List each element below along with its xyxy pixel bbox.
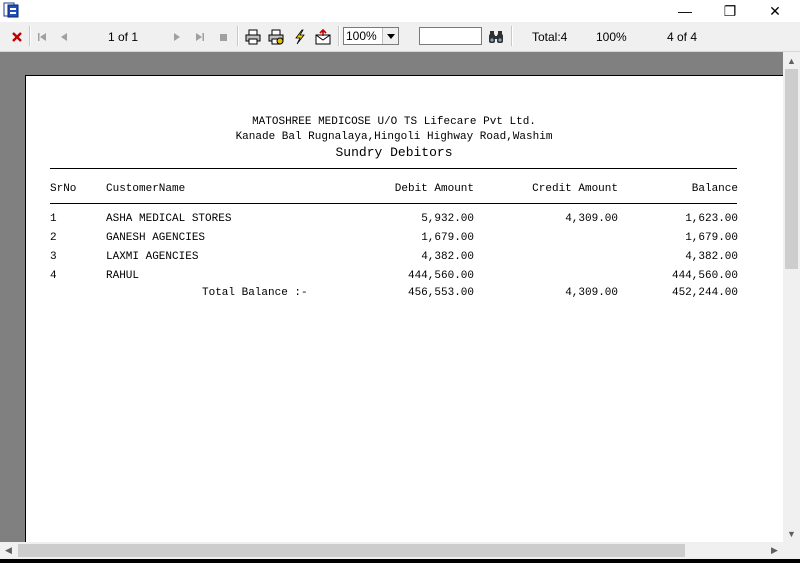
scroll-up-icon[interactable]: ▲ [783, 52, 800, 69]
total-label: Total Balance :- [202, 287, 308, 299]
refresh-button[interactable] [289, 25, 311, 49]
window-bottom-edge [0, 559, 800, 563]
printer-icon [245, 29, 261, 45]
row-4-debit: 444,560.00 [407, 270, 474, 282]
horizontal-scroll-thumb[interactable] [18, 544, 685, 557]
chevron-down-icon[interactable] [382, 28, 398, 44]
find-button[interactable] [485, 25, 507, 49]
zoom-value: 100% [346, 29, 377, 43]
row-3-debit: 4,382.00 [421, 251, 474, 263]
header-top-rule [50, 168, 737, 169]
previous-page-button[interactable] [53, 25, 75, 49]
last-page-button[interactable] [189, 25, 211, 49]
report-toolbar: 1 of 1 100% Total:4 100% 4 of 4 [0, 22, 800, 52]
company-address: Kanade Bal Rugnalaya,Hingoli Highway Roa… [235, 131, 553, 143]
maximize-button[interactable]: ❐ [707, 0, 753, 22]
report-title: Sundry Debitors [335, 145, 453, 160]
vertical-scroll-thumb[interactable] [785, 69, 798, 269]
row-4-balance: 444,560.00 [671, 270, 738, 282]
vertical-scrollbar[interactable]: ▲ ▼ [783, 52, 800, 542]
last-page-icon [196, 33, 204, 41]
close-icon [12, 32, 22, 42]
row-4-customer: RAHUL [106, 270, 140, 282]
header-bottom-rule [50, 203, 737, 204]
row-4-srno: 4 [50, 270, 57, 282]
total-records-label: Total:4 [532, 30, 568, 44]
row-1-customer: ASHA MEDICAL STORES [106, 213, 232, 225]
report-viewport: MATOSHREE MEDICOSE U/O TS Lifecare Pvt L… [0, 52, 783, 542]
row-1-srno: 1 [50, 213, 57, 225]
report-page: MATOSHREE MEDICOSE U/O TS Lifecare Pvt L… [25, 75, 783, 542]
row-1-credit: 4,309.00 [565, 213, 618, 225]
print-setup-button[interactable] [265, 25, 287, 49]
binoculars-icon [489, 31, 503, 43]
row-1-balance: 1,623.00 [685, 213, 738, 225]
record-count-label: 4 of 4 [667, 30, 698, 44]
close-report-button[interactable] [6, 25, 28, 49]
stop-icon [220, 34, 227, 41]
zoom-dropdown[interactable]: 100% [343, 27, 399, 45]
minimize-button[interactable]: — [662, 0, 708, 22]
next-page-icon [174, 33, 180, 41]
total-debit: 456,553.00 [407, 287, 474, 299]
lightning-icon [295, 29, 305, 45]
previous-page-icon [61, 33, 67, 41]
row-2-customer: GANESH AGENCIES [106, 232, 206, 244]
export-button[interactable] [312, 25, 334, 49]
total-balance: 452,244.00 [671, 287, 738, 299]
col-header-srno: SrNo [50, 183, 77, 195]
next-page-button[interactable] [166, 25, 188, 49]
row-2-srno: 2 [50, 232, 57, 244]
horizontal-scrollbar[interactable]: ◀ ▶ [0, 542, 783, 559]
row-2-balance: 1,679.00 [685, 232, 738, 244]
app-icon [3, 2, 19, 18]
scroll-down-icon[interactable]: ▼ [783, 525, 800, 542]
row-1-debit: 5,932.00 [421, 213, 474, 225]
first-page-button[interactable] [31, 25, 53, 49]
row-2-debit: 1,679.00 [421, 232, 474, 244]
row-3-balance: 4,382.00 [685, 251, 738, 263]
company-name: MATOSHREE MEDICOSE U/O TS Lifecare Pvt L… [252, 116, 536, 128]
title-bar: — ❐ ✕ [0, 0, 800, 22]
scroll-right-icon[interactable]: ▶ [766, 542, 783, 559]
row-3-srno: 3 [50, 251, 57, 263]
first-page-icon [38, 33, 46, 41]
printer-setup-icon [268, 29, 284, 45]
total-credit: 4,309.00 [565, 287, 618, 299]
scrollbar-corner [783, 542, 800, 559]
stop-button[interactable] [212, 25, 234, 49]
export-envelope-icon [315, 29, 331, 45]
scroll-left-icon[interactable]: ◀ [0, 542, 17, 559]
close-window-button[interactable]: ✕ [752, 0, 798, 22]
row-3-customer: LAXMI AGENCIES [106, 251, 199, 263]
zoom-percent-label: 100% [596, 30, 627, 44]
page-indicator: 1 of 1 [108, 30, 139, 44]
col-header-credit: Credit Amount [532, 183, 618, 195]
search-input[interactable] [419, 27, 482, 45]
col-header-balance: Balance [691, 183, 738, 195]
col-header-debit: Debit Amount [394, 183, 474, 195]
col-header-customer: CustomerName [106, 183, 186, 195]
print-button[interactable] [242, 25, 264, 49]
